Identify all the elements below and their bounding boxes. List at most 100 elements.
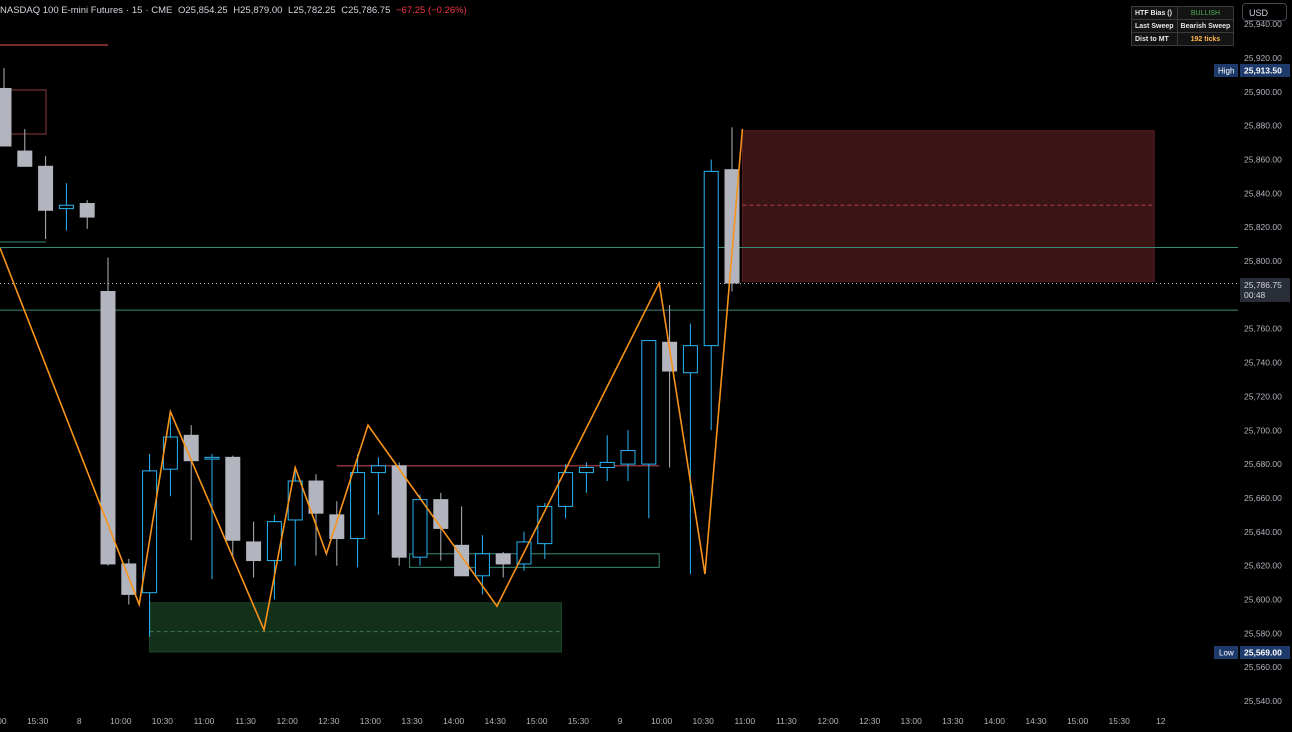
table-row: HTF Bias () BULLISH (1131, 6, 1235, 20)
table-row: Last Sweep Bearish Sweep (1131, 19, 1235, 33)
x-tick-label: 15:00 (1067, 716, 1089, 726)
candle (641, 340, 657, 465)
x-tick-label: 15:00 (0, 716, 7, 726)
candle (17, 150, 33, 167)
info-value: Bearish Sweep (1176, 19, 1235, 33)
y-tick-label: 25,840.00 (1244, 188, 1282, 198)
price-chart[interactable]: 25,540.00 25,560.00 25,580.00 25,600.00 25,6… (0, 0, 1292, 732)
info-value: 192 ticks (1176, 32, 1235, 46)
countdown: 00:48 (1244, 290, 1266, 300)
candle (308, 480, 324, 514)
x-tick-label: 10:30 (693, 716, 715, 726)
y-tick-label: 25,560.00 (1244, 662, 1282, 672)
candle (204, 456, 220, 460)
x-tick-label: 11:00 (194, 716, 215, 726)
symbol-header: NASDAQ 100 E-mini Futures · 15 · CME O25,8… (0, 5, 467, 16)
x-tick-label: 15:00 (526, 716, 548, 726)
y-tick-label: 25,660.00 (1244, 493, 1282, 503)
candle (682, 345, 698, 374)
high-value: 25,913.50 (1244, 66, 1282, 76)
info-label: Dist to MT (1131, 32, 1178, 46)
high-tag: High (1218, 67, 1234, 76)
candle (433, 499, 449, 529)
y-tick-label: 25,760.00 (1244, 324, 1282, 334)
x-tick-label: 14:30 (485, 716, 507, 726)
candle (38, 165, 54, 211)
info-label: HTF Bias () (1131, 6, 1178, 20)
x-tick-label: 13:30 (942, 716, 964, 726)
x-tick-label: 12:00 (277, 716, 299, 726)
y-tick-label: 25,620.00 (1244, 561, 1282, 571)
table-row: Dist to MT 192 ticks (1131, 32, 1235, 46)
x-tick-label: 15:30 (568, 716, 590, 726)
x-tick-label: 10:00 (651, 716, 673, 726)
y-tick-label: 25,600.00 (1244, 594, 1282, 604)
candle (495, 553, 511, 565)
x-tick-label: 10:30 (152, 716, 174, 726)
candles-layer (0, 68, 740, 637)
candle (0, 87, 12, 147)
ohlc-open: O25,854.25 (177, 5, 228, 16)
y-tick-label: 25,700.00 (1244, 425, 1282, 435)
x-tick-label: 13:00 (901, 716, 923, 726)
info-value: BULLISH (1176, 6, 1235, 20)
ohlc-high: H25,879.00 (233, 5, 283, 16)
candle (620, 450, 636, 465)
x-tick-label: 14:30 (1025, 716, 1047, 726)
y-tick-label: 25,900.00 (1244, 87, 1282, 97)
liquidity-box (409, 553, 660, 568)
interval[interactable]: 15 (132, 5, 143, 16)
x-tick-label: 11:30 (776, 716, 797, 726)
x-tick-label: 12 (1156, 716, 1166, 726)
low-tag: Low (1219, 649, 1234, 658)
x-tick-label: 12:30 (318, 716, 340, 726)
y-tick-label: 25,580.00 (1244, 628, 1282, 638)
x-tick-label: 15:30 (1109, 716, 1131, 726)
y-tick-label: 25,880.00 (1244, 121, 1282, 131)
x-tick-label: 8 (77, 716, 82, 726)
x-tick-label: 13:00 (360, 716, 382, 726)
candle (370, 465, 386, 474)
x-axis[interactable]: 15:00 15:30 8 10:00 10:30 11:00 11:30 12:00 12:3… (0, 716, 1166, 726)
candle (350, 472, 366, 540)
ohlc-close: C25,786.75 (341, 5, 391, 16)
x-tick-label: 11:30 (235, 716, 256, 726)
candle (599, 461, 615, 468)
y-tick-label: 25,640.00 (1244, 527, 1282, 537)
y-tick-label: 25,800.00 (1244, 256, 1282, 266)
candle (287, 480, 303, 521)
info-label: Last Sweep (1131, 19, 1178, 33)
y-tick-label: 25,860.00 (1244, 155, 1282, 165)
x-tick-label: 12:00 (817, 716, 839, 726)
candle (225, 456, 241, 541)
exchange: CME (151, 5, 173, 16)
x-tick-label: 11:00 (734, 716, 755, 726)
x-tick-label: 10:00 (110, 716, 132, 726)
low-value: 25,569.00 (1244, 648, 1282, 658)
candle (58, 204, 74, 210)
ohlc-low: L25,782.25 (288, 5, 336, 16)
currency-button[interactable]: USD (1242, 3, 1287, 21)
candle (474, 553, 490, 577)
x-tick-label: 9 (618, 716, 623, 726)
candle (703, 170, 719, 347)
bullish-zone (149, 602, 562, 653)
candle (246, 541, 262, 562)
candle (391, 465, 407, 558)
y-tick-label: 25,680.00 (1244, 459, 1282, 469)
x-tick-label: 13:30 (401, 716, 423, 726)
symbol-name[interactable]: NASDAQ 100 E-mini Futures (0, 5, 123, 16)
indicator-info-table: HTF Bias () BULLISH Last Sweep Bearish S… (1131, 6, 1235, 46)
y-tick-label: 25,540.00 (1244, 696, 1282, 706)
x-tick-label: 15:30 (27, 716, 49, 726)
levels-layer (0, 44, 1238, 568)
candle (578, 466, 594, 474)
price-change: −67.25 (−0.26%) (396, 5, 467, 16)
candle (412, 499, 428, 558)
y-tick-label: 25,820.00 (1244, 222, 1282, 232)
y-tick-label: 25,920.00 (1244, 53, 1282, 63)
candle (266, 521, 282, 562)
x-tick-label: 14:00 (984, 716, 1006, 726)
x-tick-label: 12:30 (859, 716, 881, 726)
y-axis[interactable]: 25,540.00 25,560.00 25,580.00 25,600.00 25,6… (1244, 19, 1282, 706)
